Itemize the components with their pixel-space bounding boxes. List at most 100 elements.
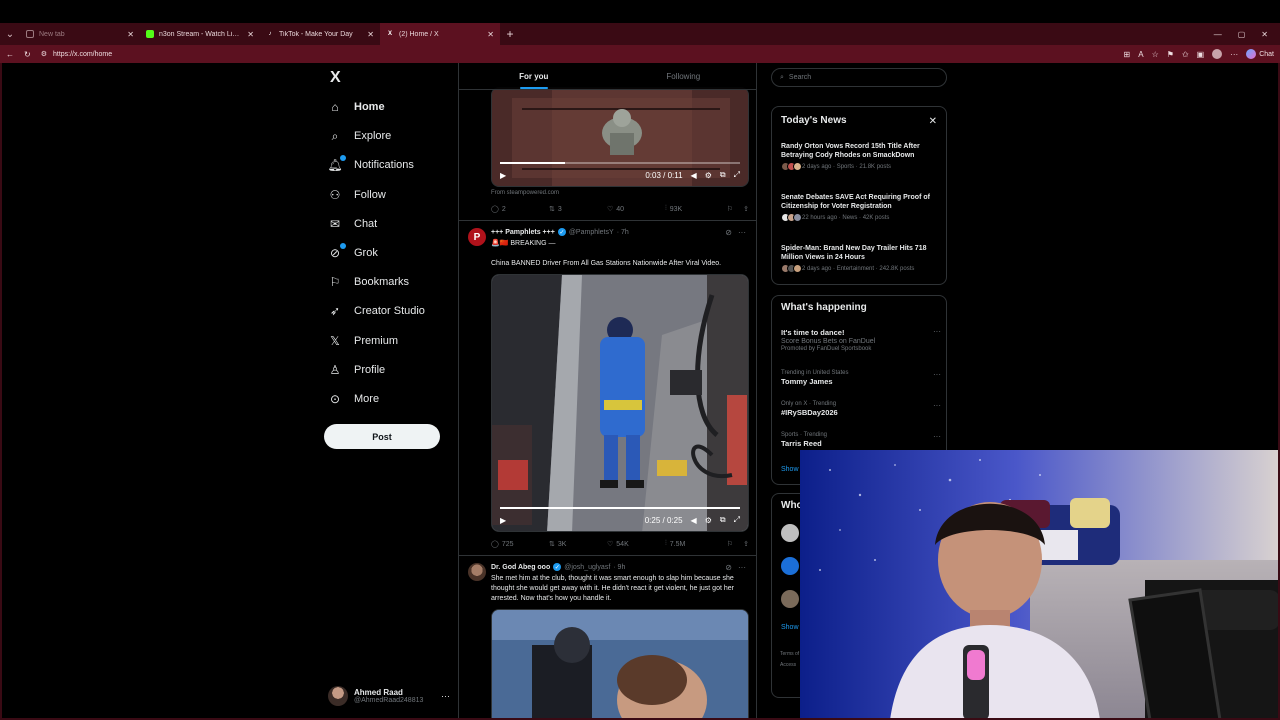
collections-icon[interactable]: ▣ [1197,50,1205,59]
news-item[interactable]: Senate Debates SAVE Act Requiring Proof … [781,193,941,222]
bookmark-icon[interactable]: ⚐ [727,540,733,548]
repost-button[interactable]: ⇅ 3 [549,205,607,214]
copilot-chat-button[interactable]: Chat [1246,49,1274,59]
tab-following[interactable]: Following [609,63,757,89]
avatar[interactable] [781,590,799,608]
x-logo-icon[interactable]: X [330,69,341,87]
tab-kick-stream[interactable]: n3on Stream - Watch Live on Kick ✕ [140,23,260,45]
nav-item-chat[interactable]: ✉ Chat [328,214,377,234]
tab-for-you[interactable]: For you [459,63,609,89]
nav-item-notifications[interactable]: 🔔︎ Notifications [327,155,414,175]
pip-icon[interactable]: ⧉ [720,170,726,180]
favorites-icon[interactable]: ✩ [1182,50,1189,59]
tweet-time[interactable]: · 7h [617,229,629,236]
back-icon[interactable]: ← [6,50,14,59]
trend-item[interactable]: Sports · Trending Tarris Reed ··· [781,432,941,448]
fullscreen-icon[interactable]: ⤢ [734,515,740,525]
trend-more-icon[interactable]: ··· [933,432,941,441]
footer-accessibility-link[interactable]: Access [780,662,796,668]
repost-button[interactable]: ⇅ 3K [549,540,607,549]
show-more-link[interactable]: Show [781,466,799,473]
account-switcher[interactable]: Ahmed Raad @AhmedRaad248813 ··· [328,682,450,710]
reply-button[interactable]: ◯ 725 [491,540,549,549]
account-more-icon[interactable]: ··· [441,691,450,701]
share-icon[interactable]: ⇪ [743,205,749,213]
like-button[interactable]: ♡ 40 [607,205,665,214]
minimize-icon[interactable]: — [1214,30,1222,39]
reply-button[interactable]: ◯ 2 [491,205,549,214]
trend-item[interactable]: Trending in United States Tommy James ··… [781,370,941,386]
tweet-author-handle[interactable]: @PamphletsY [569,229,614,236]
footer-terms-link[interactable]: Terms of [780,651,799,657]
nav-item-follow[interactable]: ⚇ Follow [328,185,386,205]
tab-tiktok[interactable]: ♪ TikTok - Make Your Day ✕ [260,23,380,45]
views-button[interactable]: ⫶ 7.5M [665,540,723,548]
tab-x-home[interactable]: X (2) Home / X ✕ [380,23,500,45]
tab-list-chevron-icon[interactable]: ⌄ [0,29,20,40]
mute-icon[interactable]: ◀︎ [691,171,697,180]
news-item[interactable]: Spider-Man: Brand New Day Trailer Hits 7… [781,244,941,273]
share-icon[interactable]: ⇪ [743,540,749,548]
maximize-icon[interactable]: ▢ [1238,30,1246,39]
grok-explain-icon[interactable]: ⊘ [725,563,732,572]
nav-item-grok[interactable]: ⊘ Grok [328,243,378,263]
tab-close-icon[interactable]: ✕ [367,30,374,39]
news-item[interactable]: Randy Orton Vows Record 15th Title After… [781,142,941,171]
card-source[interactable]: From steampowered.com [491,190,559,196]
tweet-avatar[interactable]: P [468,228,486,246]
tab-close-icon[interactable]: ✕ [127,30,134,39]
grok-explain-icon[interactable]: ⊘ [725,228,732,237]
tweet-author-name[interactable]: +++ Pamphlets +++ [491,229,555,236]
tweet-video[interactable] [491,609,749,720]
tweet-video[interactable]: ▶ 0:03 / 0:11 ◀︎ ⚙ ⧉ ⤢ [491,87,749,187]
bookmark-icon[interactable]: ⚐ [727,205,733,213]
site-info-icon[interactable]: ⚙ [41,50,47,58]
trend-more-icon[interactable]: ··· [933,401,941,410]
trend-item-promoted[interactable]: It's time to dance! Score Bonus Bets on … [781,327,941,352]
nav-item-home[interactable]: ⌂ Home [328,97,384,117]
tweet-avatar[interactable] [468,563,486,581]
search-input[interactable]: ⌕ Search [771,68,947,87]
tab-close-icon[interactable]: ✕ [247,30,254,39]
trend-item[interactable]: Only on X · Trending #IRySBDay2026 ··· [781,401,941,417]
new-tab-button[interactable]: + [500,27,520,41]
post-button[interactable]: Post [324,424,440,449]
tweet-author-handle[interactable]: @josh_uglyasf [564,564,610,571]
browser-profile-avatar[interactable] [1212,49,1223,59]
nav-item-bookmarks[interactable]: ⚐ Bookmarks [328,272,409,292]
tweet-time[interactable]: · 9h [613,564,625,571]
favorite-star-icon[interactable]: ☆ [1152,50,1159,59]
fullscreen-icon[interactable]: ⤢ [734,170,740,180]
tweet-video[interactable]: ▶ 0:25 / 0:25 ◀︎ ⚙ ⧉ ⤢ [491,274,749,532]
tweet-more-icon[interactable]: ··· [738,228,746,237]
nav-item-more[interactable]: ⊙ More [328,389,379,409]
trend-more-icon[interactable]: ··· [933,370,941,379]
mute-icon[interactable]: ◀︎ [691,516,697,525]
url-field[interactable]: ⚙ https://x.com/home [41,47,1114,61]
nav-item-creator-studio[interactable]: ➶ Creator Studio [328,301,425,321]
tweet-more-icon[interactable]: ··· [738,563,746,572]
views-button[interactable]: ⫶ 93K [665,205,723,213]
browser-menu-icon[interactable]: ··· [1230,50,1238,59]
play-icon[interactable]: ▶ [500,516,506,525]
play-icon[interactable]: ▶ [500,171,506,180]
tab-new-tab[interactable]: New tab ✕ [20,23,140,45]
tweet-author-name[interactable]: Dr. God Abeg ooo [491,564,550,571]
avatar[interactable] [781,557,799,575]
show-more-link[interactable]: Show [781,624,799,631]
settings-icon[interactable]: ⚙ [705,516,712,525]
like-button[interactable]: ♡ 54K [607,540,665,549]
trend-more-icon[interactable]: ··· [933,327,941,336]
nav-item-premium[interactable]: 𝕏 Premium [328,331,398,351]
close-window-icon[interactable]: ✕ [1261,30,1268,39]
close-icon[interactable]: ✕ [929,116,937,127]
nav-item-explore[interactable]: ⌕ Explore [328,126,392,146]
read-aloud-icon[interactable]: A [1138,50,1143,59]
nav-item-profile[interactable]: ♙ Profile [328,360,386,380]
settings-icon[interactable]: ⚙ [705,171,712,180]
reload-icon[interactable]: ↻ [24,50,31,59]
tab-close-icon[interactable]: ✕ [487,30,494,39]
extension-icon[interactable]: ⚑ [1167,50,1174,59]
install-app-icon[interactable]: ⊞ [1124,50,1131,59]
pip-icon[interactable]: ⧉ [720,515,726,525]
